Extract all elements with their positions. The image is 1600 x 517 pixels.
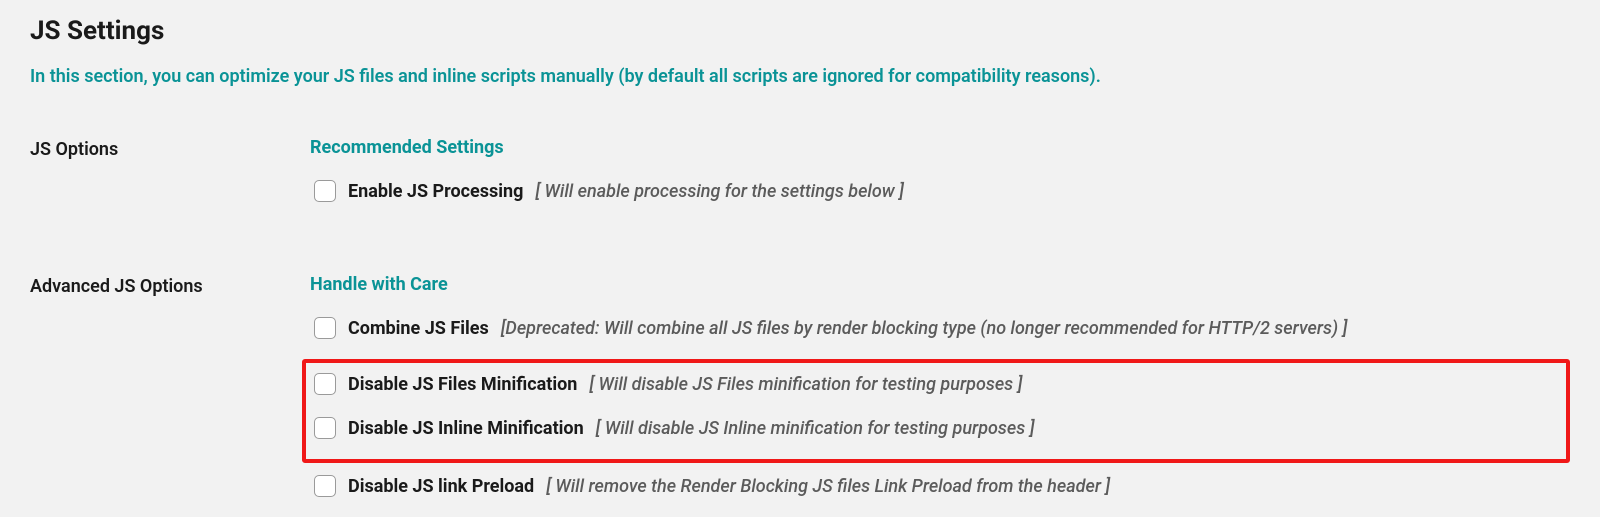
section-content-advanced-js-options: Handle with Care Combine JS Files [Depre… [310, 274, 1570, 517]
option-label: Disable JS Inline Minification [348, 418, 584, 439]
page-description: In this section, you can optimize your J… [30, 66, 1570, 87]
advanced-js-options-section: Advanced JS Options Handle with Care Com… [30, 274, 1570, 517]
checkbox-disable-js-files-minification[interactable] [314, 373, 336, 395]
option-hint: [ Will disable JS Inline minification fo… [596, 418, 1035, 439]
checkbox-disable-js-link-preload[interactable] [314, 475, 336, 497]
page-title: JS Settings [30, 16, 1570, 46]
option-label: Disable JS Files Minification [348, 374, 577, 395]
section-subtitle-recommended: Recommended Settings [310, 137, 1570, 158]
option-hint: [ Will remove the Render Blocking JS fil… [546, 476, 1110, 497]
checkbox-combine-js-files[interactable] [314, 317, 336, 339]
js-options-section: JS Options Recommended Settings Enable J… [30, 137, 1570, 222]
option-hint: [ Will disable JS Files minification for… [589, 374, 1022, 395]
option-hint: [ Will enable processing for the setting… [535, 181, 904, 202]
highlight-box: Disable JS Files Minification [ Will dis… [302, 359, 1570, 463]
option-disable-js-link-preload: Disable JS link Preload [ Will remove th… [310, 473, 1570, 499]
option-label: Disable JS link Preload [348, 476, 534, 497]
section-label-js-options: JS Options [30, 137, 310, 222]
option-enable-js-processing: Enable JS Processing [ Will enable proce… [310, 178, 1570, 204]
option-disable-js-files-minification: Disable JS Files Minification [ Will dis… [310, 371, 1562, 397]
option-combine-js-files: Combine JS Files [Deprecated: Will combi… [310, 315, 1570, 341]
section-label-advanced-js-options: Advanced JS Options [30, 274, 310, 517]
option-hint: [Deprecated: Will combine all JS files b… [501, 318, 1348, 339]
option-label: Combine JS Files [348, 318, 489, 339]
checkbox-disable-js-inline-minification[interactable] [314, 417, 336, 439]
option-label: Enable JS Processing [348, 181, 523, 202]
section-content-js-options: Recommended Settings Enable JS Processin… [310, 137, 1570, 222]
checkbox-enable-js-processing[interactable] [314, 180, 336, 202]
section-subtitle-handle-with-care: Handle with Care [310, 274, 1570, 295]
option-disable-js-inline-minification: Disable JS Inline Minification [ Will di… [310, 415, 1562, 441]
